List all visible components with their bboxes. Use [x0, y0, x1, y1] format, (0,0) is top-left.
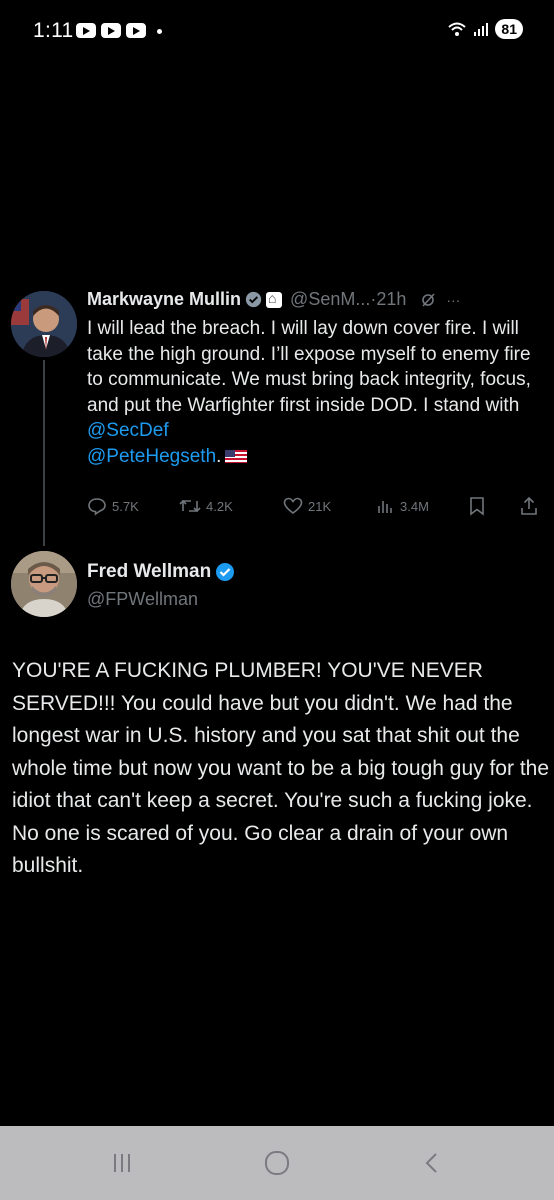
signal-bars-icon	[474, 23, 489, 36]
more-options-icon[interactable]: ···	[446, 292, 460, 308]
mention-secdef[interactable]: @SecDef	[87, 420, 169, 441]
like-count: 21K	[308, 498, 332, 514]
tweet1-handle[interactable]: @SenM...	[290, 289, 370, 310]
thread-line	[43, 360, 45, 546]
status-right-icons: 81	[447, 19, 523, 39]
bookmark-icon	[470, 497, 484, 516]
youtube-icon	[76, 23, 96, 38]
tweet1-header: Markwayne Mullin @SenM... ·21h ···	[87, 289, 460, 310]
home-icon	[265, 1151, 289, 1175]
tweet2-handle[interactable]: @FPWellman	[87, 589, 198, 610]
heart-icon	[283, 497, 303, 514]
tweet2-author[interactable]: Fred Wellman	[87, 561, 239, 583]
wifi-icon	[448, 22, 467, 36]
tweet1-text-end: .	[216, 445, 222, 467]
status-bar: 1:11 81	[0, 0, 554, 62]
avatar-fred-wellman[interactable]	[11, 551, 77, 617]
verified-badge-icon	[245, 291, 262, 308]
views-count: 3.4M	[400, 498, 429, 514]
navigation-bar	[0, 1126, 554, 1200]
share-icon	[521, 496, 537, 515]
reply-count: 5.7K	[112, 498, 139, 514]
avatar-markwayne-mullin[interactable]	[11, 291, 77, 357]
back-icon	[425, 1153, 437, 1173]
battery-indicator: 81	[495, 19, 523, 39]
mention-petehegseth[interactable]: @PeteHegseth	[87, 446, 216, 467]
views-bars-icon	[378, 501, 392, 513]
recent-apps-button[interactable]	[100, 1146, 144, 1180]
notification-dot-icon	[157, 29, 162, 34]
home-button[interactable]	[255, 1146, 299, 1180]
like-button[interactable]: 21K	[283, 496, 331, 516]
grok-icon[interactable]	[420, 292, 436, 308]
tweet2-author-name: Fred Wellman	[87, 561, 212, 582]
repost-button[interactable]: 4.2K	[179, 496, 233, 516]
bookmark-button[interactable]	[468, 496, 486, 516]
repost-icon	[179, 499, 201, 513]
youtube-icon	[101, 23, 121, 38]
verified-badge-icon	[216, 563, 235, 581]
youtube-icon	[126, 23, 146, 38]
avatar-image	[11, 551, 77, 617]
tweet1-author-name[interactable]: Markwayne Mullin	[87, 289, 241, 310]
tweet2-text: YOU'RE A FUCKING PLUMBER! YOU'VE NEVER S…	[12, 659, 550, 877]
us-flag-emoji-icon	[225, 449, 248, 463]
avatar-image	[11, 291, 77, 357]
views-button[interactable]: 3.4M	[375, 496, 429, 516]
government-label-icon	[266, 290, 283, 308]
tweet1-text: I will lead the breach. I will lay down …	[87, 316, 545, 469]
recent-apps-icon	[114, 1154, 130, 1172]
share-button[interactable]	[519, 496, 539, 516]
tweet1-time: ·21h	[370, 289, 407, 309]
reply-button[interactable]: 5.7K	[87, 496, 139, 516]
reply-icon	[88, 498, 106, 516]
notification-icons	[76, 23, 146, 38]
tweet1-text-part: I will lead the breach. I will lay down …	[87, 318, 531, 416]
status-time: 1:11	[33, 19, 74, 42]
back-button[interactable]	[410, 1146, 454, 1180]
repost-count: 4.2K	[206, 498, 233, 514]
tweet1-actions: 5.7K 4.2K 21K 3.4M	[87, 496, 545, 518]
